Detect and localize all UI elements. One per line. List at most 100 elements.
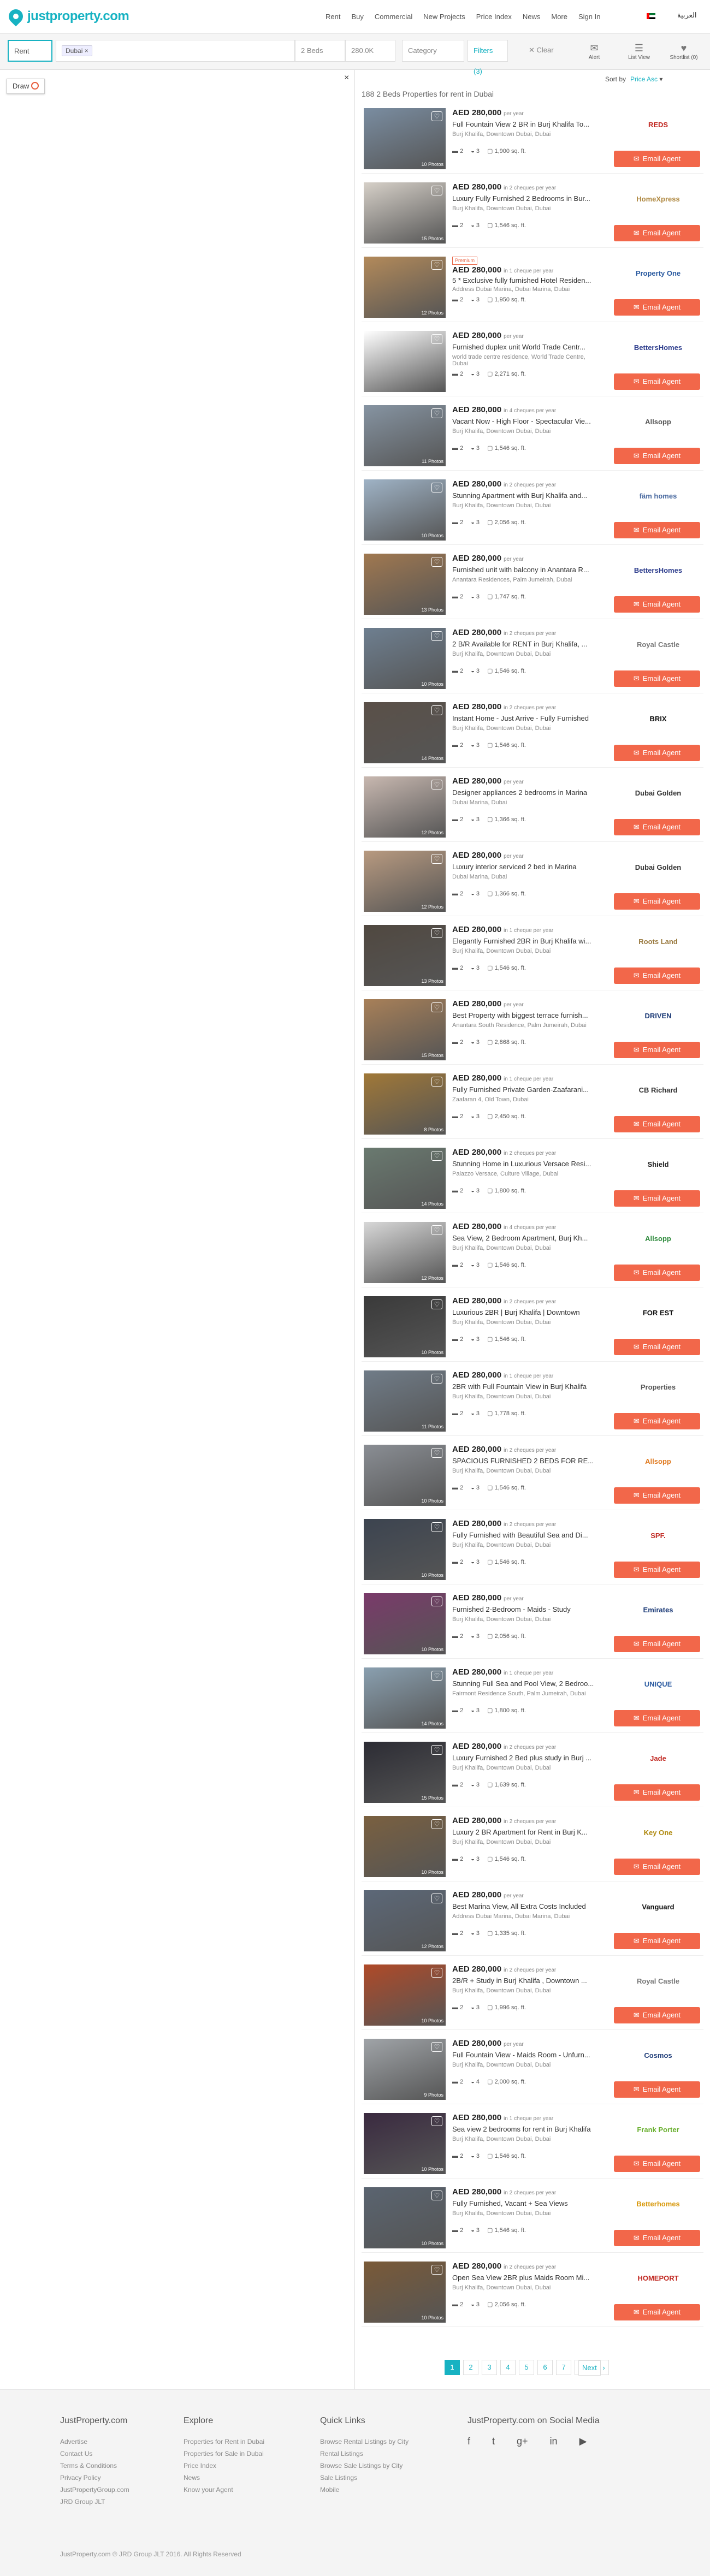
- email-agent-button[interactable]: Email Agent: [614, 448, 700, 464]
- price-select[interactable]: 280.0K: [345, 40, 395, 62]
- email-agent-button[interactable]: Email Agent: [614, 1933, 700, 1949]
- listing-photo[interactable]: ♡ 15 Photos: [364, 182, 446, 244]
- page-1[interactable]: 1: [445, 2360, 460, 2375]
- heart-icon[interactable]: ♡: [431, 1002, 442, 1012]
- listing-title[interactable]: Fully Furnished Private Garden-Zaafarani…: [452, 1085, 600, 1094]
- footer-link[interactable]: Properties for Sale in Dubai: [184, 2448, 264, 2460]
- heart-icon[interactable]: ♡: [431, 1968, 442, 1978]
- agency-logo[interactable]: CB Richard: [628, 1079, 688, 1101]
- listing-photo[interactable]: ♡ 10 Photos: [364, 2113, 446, 2174]
- email-agent-button[interactable]: Email Agent: [614, 225, 700, 241]
- listing-card[interactable]: ♡ 12 Photos AED 280,000 in 4 cheques per ye…: [362, 1218, 703, 1287]
- listing-title[interactable]: 5 * Exclusive fully furnished Hotel Resi…: [452, 276, 600, 284]
- listing-title[interactable]: SPACIOUS FURNISHED 2 BEDS FOR RE...: [452, 1457, 600, 1465]
- google-plus-icon[interactable]: g+: [517, 2436, 528, 2447]
- listing-title[interactable]: Luxury Fully Furnished 2 Bedrooms in Bur…: [452, 194, 600, 203]
- listing-card[interactable]: ♡ 10 Photos AED 280,000 in 2 cheques per ye…: [362, 1515, 703, 1584]
- heart-icon[interactable]: ♡: [431, 2265, 442, 2275]
- heart-icon[interactable]: ♡: [431, 1077, 442, 1087]
- agency-logo[interactable]: Cosmos: [628, 2044, 688, 2066]
- footer-link[interactable]: Browse Rental Listings by City: [320, 2436, 409, 2448]
- listing-title[interactable]: Stunning Full Sea and Pool View, 2 Bedro…: [452, 1679, 600, 1688]
- alert-button[interactable]: ✉ Alert: [573, 41, 615, 66]
- listing-photo[interactable]: ♡ 10 Photos: [364, 1593, 446, 1654]
- agency-logo[interactable]: Vanguard: [628, 1896, 688, 1918]
- listing-photo[interactable]: ♡ 15 Photos: [364, 999, 446, 1060]
- footer-link[interactable]: Know your Agent: [184, 2484, 264, 2496]
- email-agent-button[interactable]: Email Agent: [614, 151, 700, 167]
- heart-icon[interactable]: ♡: [431, 111, 442, 121]
- agency-logo[interactable]: Dubai Golden: [628, 782, 688, 804]
- listing-title[interactable]: 2BR with Full Fountain View in Burj Khal…: [452, 1382, 600, 1391]
- page-6[interactable]: 6: [537, 2360, 553, 2375]
- email-agent-button[interactable]: Email Agent: [614, 1784, 700, 1801]
- page-4[interactable]: 4: [500, 2360, 516, 2375]
- agency-logo[interactable]: Royal Castle: [628, 1970, 688, 1992]
- listing-card[interactable]: ♡ 10 Photos AED 280,000 in 1 cheque per yea…: [362, 2109, 703, 2179]
- listing-card[interactable]: ♡ 12 Photos Premium AED 280,000 in 1 cheque …: [362, 252, 703, 322]
- listing-card[interactable]: ♡ 12 Photos AED 280,000 per year Best Marina…: [362, 1886, 703, 1956]
- heart-icon[interactable]: ♡: [431, 854, 442, 864]
- nav-new-projects[interactable]: New Projects: [423, 10, 465, 24]
- list-view-button[interactable]: ☰ List View: [618, 41, 660, 66]
- email-agent-button[interactable]: Email Agent: [614, 596, 700, 613]
- listing-card[interactable]: ♡ 13 Photos AED 280,000 in 1 cheque per yea…: [362, 921, 703, 990]
- listing-card[interactable]: ♡ 10 Photos AED 280,000 per year Furnished 2…: [362, 1589, 703, 1659]
- footer-link[interactable]: Terms & Conditions: [60, 2460, 129, 2472]
- email-agent-button[interactable]: Email Agent: [614, 1413, 700, 1429]
- agency-logo[interactable]: SPF.: [628, 1524, 688, 1546]
- listing-photo[interactable]: ♡ 8 Photos: [364, 1073, 446, 1135]
- nav-sign-in[interactable]: Sign In: [578, 10, 600, 24]
- twitter-icon[interactable]: t: [492, 2436, 495, 2447]
- footer-link[interactable]: Privacy Policy: [60, 2472, 129, 2484]
- email-agent-button[interactable]: Email Agent: [614, 670, 700, 687]
- draw-button[interactable]: Draw: [7, 79, 45, 94]
- agency-logo[interactable]: Allsopp: [628, 1450, 688, 1472]
- page-5[interactable]: 5: [519, 2360, 534, 2375]
- nav-buy[interactable]: Buy: [351, 10, 363, 24]
- listing-card[interactable]: ♡ 12 Photos AED 280,000 per year Luxury inte…: [362, 846, 703, 916]
- heart-icon[interactable]: ♡: [431, 1671, 442, 1681]
- email-agent-button[interactable]: Email Agent: [614, 522, 700, 538]
- heart-icon[interactable]: ♡: [431, 483, 442, 492]
- agency-logo[interactable]: BRIX: [628, 708, 688, 729]
- listing-title[interactable]: Full Fountain View 2 BR in Burj Khalifa …: [452, 120, 600, 128]
- agency-logo[interactable]: HOMEPORT: [628, 2267, 688, 2289]
- listing-photo[interactable]: ♡ 13 Photos: [364, 925, 446, 986]
- nav-commercial[interactable]: Commercial: [375, 10, 412, 24]
- listing-card[interactable]: ♡ 10 Photos AED 280,000 in 2 cheques per ye…: [362, 1440, 703, 1510]
- agency-logo[interactable]: Emirates: [628, 1599, 688, 1621]
- category-select[interactable]: Category: [402, 40, 464, 62]
- email-agent-button[interactable]: Email Agent: [614, 373, 700, 390]
- agency-logo[interactable]: Allsopp: [628, 411, 688, 432]
- location-input[interactable]: Dubai ×: [56, 40, 295, 62]
- listing-photo[interactable]: ♡ 11 Photos: [364, 1370, 446, 1432]
- listing-photo[interactable]: ♡ 10 Photos: [364, 2262, 446, 2323]
- next-page[interactable]: Next ›: [575, 2360, 609, 2376]
- agency-logo[interactable]: Allsopp: [628, 1227, 688, 1249]
- listing-photo[interactable]: ♡ 10 Photos: [364, 2187, 446, 2248]
- mode-select[interactable]: Rent: [8, 40, 52, 62]
- listing-photo[interactable]: ♡ 15 Photos: [364, 1742, 446, 1803]
- heart-icon[interactable]: ♡: [431, 1299, 442, 1309]
- nav-news[interactable]: News: [523, 10, 541, 24]
- agency-logo[interactable]: Shield: [628, 1153, 688, 1175]
- listing-photo[interactable]: ♡ 12 Photos: [364, 1222, 446, 1283]
- email-agent-button[interactable]: Email Agent: [614, 819, 700, 835]
- listing-card[interactable]: ♡ 15 Photos AED 280,000 in 2 cheques per ye…: [362, 1737, 703, 1807]
- listing-card[interactable]: ♡ 15 Photos AED 280,000 per year Best Proper…: [362, 995, 703, 1065]
- uae-flag-icon[interactable]: [647, 13, 655, 19]
- email-agent-button[interactable]: Email Agent: [614, 299, 700, 316]
- email-agent-button[interactable]: Email Agent: [614, 2230, 700, 2246]
- listing-title[interactable]: Stunning Apartment with Burj Khalifa and…: [452, 491, 600, 500]
- sort-control[interactable]: Sort by Price Asc ▾: [605, 75, 662, 83]
- heart-icon[interactable]: ♡: [431, 705, 442, 715]
- heart-icon[interactable]: ♡: [431, 1819, 442, 1829]
- agency-logo[interactable]: Betterhomes: [628, 2193, 688, 2215]
- listing-card[interactable]: ♡ 10 Photos AED 280,000 in 2 cheques per ye…: [362, 2257, 703, 2327]
- listing-photo[interactable]: ♡ 10 Photos: [364, 1519, 446, 1580]
- listing-card[interactable]: ♡ 8 Photos AED 280,000 in 1 cheque per year…: [362, 1069, 703, 1139]
- agency-logo[interactable]: DRIVEN: [628, 1005, 688, 1026]
- listing-photo[interactable]: ♡ 10 Photos: [364, 628, 446, 689]
- agency-logo[interactable]: BettersHomes: [628, 559, 688, 581]
